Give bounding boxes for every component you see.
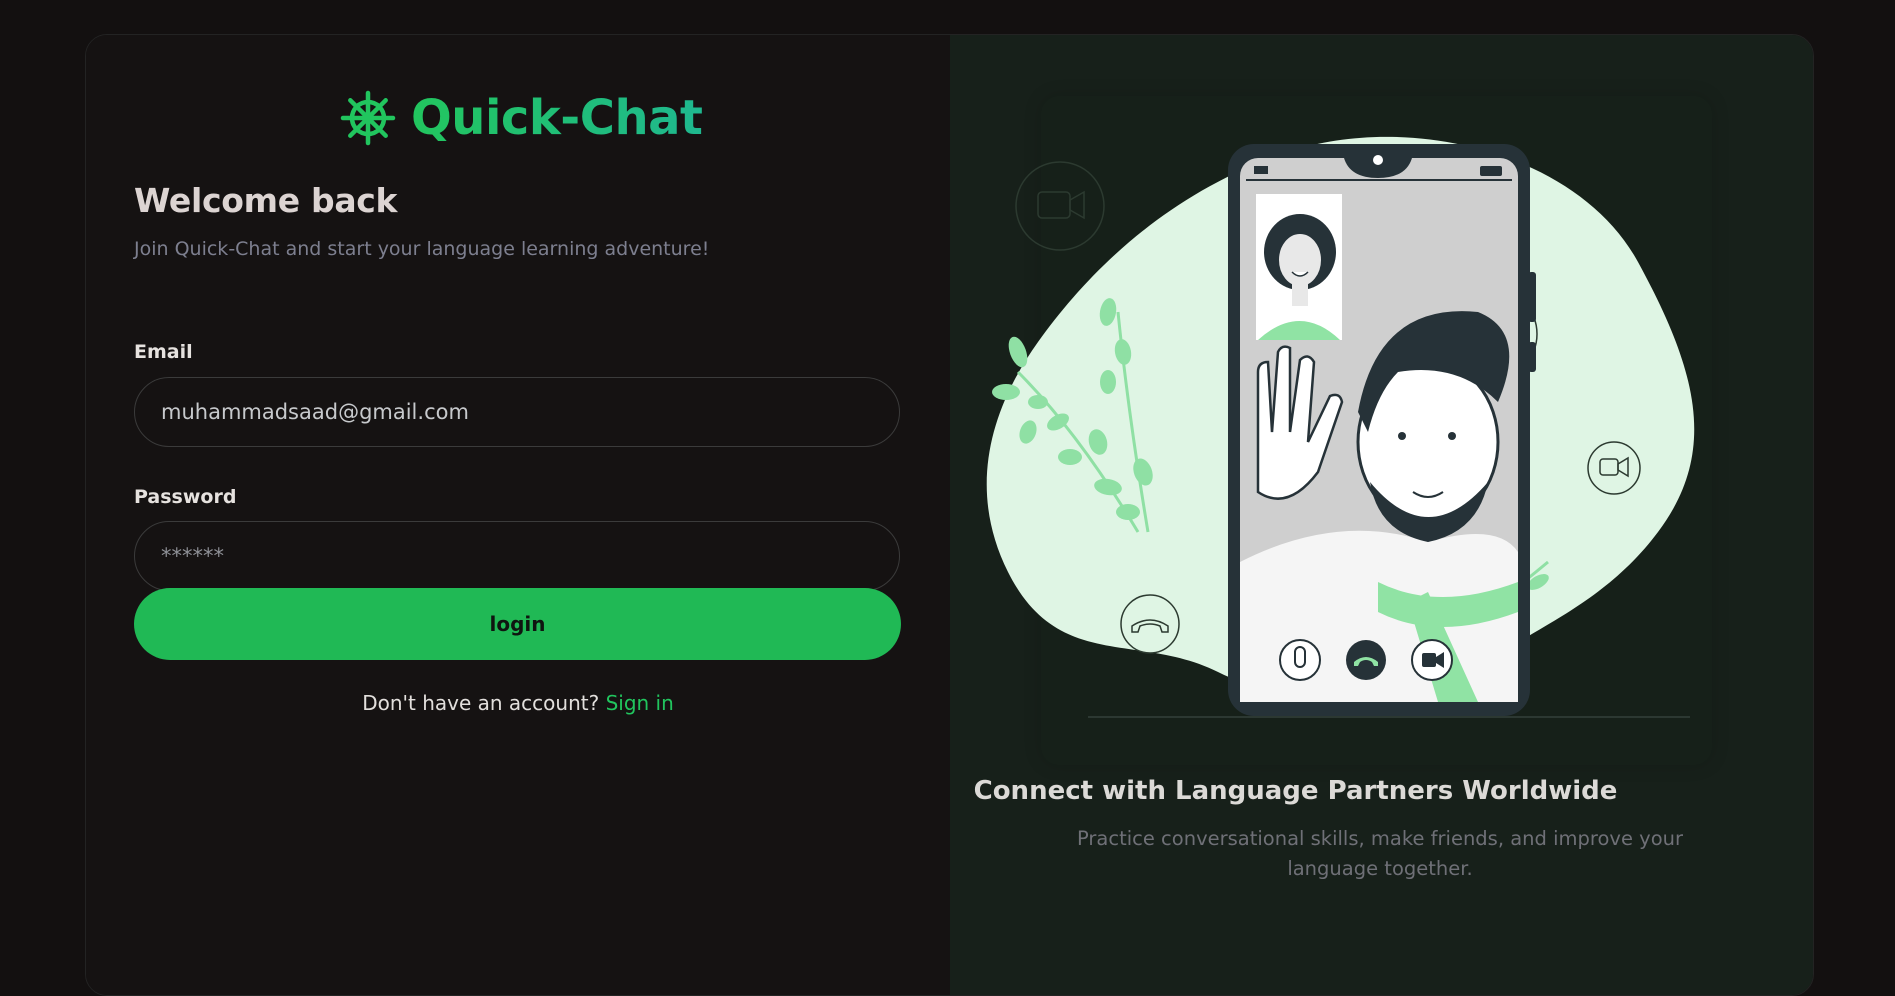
signup-prompt: Don't have an account? Sign in — [86, 691, 950, 715]
showcase-title: Connect with Language Partners Worldwide — [973, 776, 1618, 806]
brand-name: Quick-Chat — [411, 90, 703, 146]
showcase-description: Practice conversational skills, make fri… — [1076, 827, 1684, 880]
login-button[interactable]: login — [134, 588, 901, 660]
sign-in-link[interactable]: Sign in — [606, 691, 674, 715]
login-panel: Quick-Chat Welcome back Join Quick-Chat … — [86, 35, 950, 995]
email-field[interactable] — [159, 399, 875, 425]
password-field-wrapper — [134, 521, 900, 591]
video-call-illustration — [986, 136, 1695, 718]
email-label: Email — [134, 341, 193, 363]
password-field[interactable] — [159, 543, 875, 569]
faint-camera-circle — [1015, 161, 1105, 251]
ship-wheel-icon — [340, 90, 396, 146]
page-subtitle: Join Quick-Chat and start your language … — [134, 238, 710, 260]
password-label: Password — [134, 486, 237, 508]
brand: Quick-Chat — [340, 87, 703, 149]
page-title: Welcome back — [134, 181, 398, 220]
no-account-text: Don't have an account? — [362, 691, 600, 715]
email-field-wrapper — [134, 377, 900, 447]
